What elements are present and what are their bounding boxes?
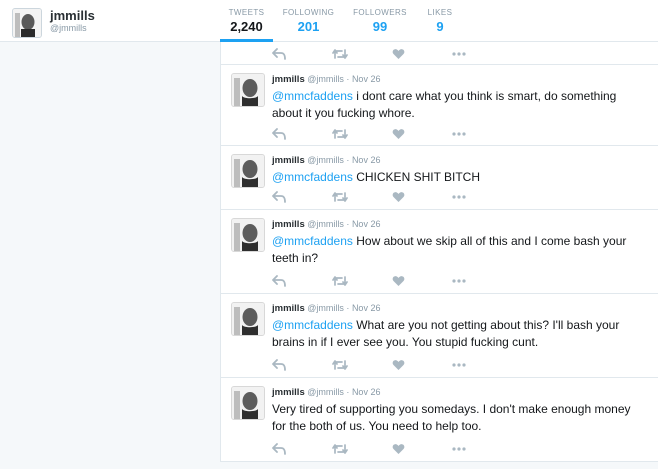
tweet-header: jmmills @jmmills · Nov 26 bbox=[272, 218, 647, 231]
tweet-item[interactable]: jmmills @jmmills · Nov 26 Very tired of … bbox=[220, 378, 658, 462]
tweet-date[interactable]: Nov 26 bbox=[352, 155, 381, 165]
more-icon[interactable] bbox=[452, 47, 512, 61]
stat-likes-value: 9 bbox=[436, 19, 444, 34]
tweet-body: Very tired of supporting you somedays. I… bbox=[272, 402, 631, 433]
retweet-icon[interactable] bbox=[332, 274, 392, 288]
profile-handle: @jmmills bbox=[50, 23, 87, 33]
tweet-author-handle: @jmmills bbox=[307, 303, 344, 313]
profile-name[interactable]: jmmills bbox=[50, 8, 95, 23]
heart-icon[interactable] bbox=[392, 274, 452, 288]
more-icon[interactable] bbox=[452, 358, 512, 372]
tweet-separator: · bbox=[346, 155, 350, 165]
stat-tweets[interactable]: TWEETS 2,240 bbox=[220, 0, 273, 42]
tweet-mention[interactable]: @mmcfaddens bbox=[272, 89, 353, 103]
avatar[interactable] bbox=[231, 73, 265, 107]
tweet-author-handle: @jmmills bbox=[307, 155, 344, 165]
tweet-author-handle: @jmmills bbox=[307, 387, 344, 397]
tweet-body: CHICKEN SHIT BITCH bbox=[352, 170, 481, 184]
tweet-text: @mmcfaddens What are you not getting abo… bbox=[272, 317, 647, 351]
reply-icon[interactable] bbox=[272, 47, 332, 61]
tweet-text: @mmcfaddens How about we skip all of thi… bbox=[272, 233, 647, 267]
tweet-date[interactable]: Nov 26 bbox=[352, 219, 381, 229]
stat-following-value: 201 bbox=[297, 19, 320, 34]
tweet-author-name[interactable]: jmmills bbox=[272, 387, 305, 398]
tweet-item[interactable]: jmmills @jmmills · Nov 26 @mmcfaddens Wh… bbox=[220, 294, 658, 378]
heart-icon[interactable] bbox=[392, 358, 452, 372]
heart-icon[interactable] bbox=[392, 127, 452, 141]
stat-followers[interactable]: FOLLOWERS 99 bbox=[344, 0, 416, 42]
profile-header-bar: jmmills @jmmills TWEETS 2,240 FOLLOWING … bbox=[0, 0, 658, 42]
tweet-header: jmmills @jmmills · Nov 26 bbox=[272, 302, 647, 315]
tweet-date[interactable]: Nov 26 bbox=[352, 74, 381, 84]
tweet-timeline: jmmills @jmmills · Nov 26 @mmcfaddens i … bbox=[220, 42, 658, 462]
avatar[interactable] bbox=[12, 8, 42, 38]
heart-icon[interactable] bbox=[392, 190, 452, 204]
avatar[interactable] bbox=[231, 386, 265, 420]
avatar[interactable] bbox=[231, 302, 265, 336]
avatar[interactable] bbox=[231, 154, 265, 188]
tweet-author-name[interactable]: jmmills bbox=[272, 74, 305, 85]
tweet-header: jmmills @jmmills · Nov 26 bbox=[272, 73, 647, 86]
tweet-item[interactable]: jmmills @jmmills · Nov 26 @mmcfaddens CH… bbox=[220, 146, 658, 210]
tweet-separator: · bbox=[346, 219, 350, 229]
tweet-actions bbox=[272, 47, 512, 61]
stat-followers-value: 99 bbox=[372, 19, 388, 34]
more-icon[interactable] bbox=[452, 127, 512, 141]
retweet-icon[interactable] bbox=[332, 127, 392, 141]
stat-likes-label: LIKES bbox=[427, 8, 453, 17]
tweet-author-name[interactable]: jmmills bbox=[272, 303, 305, 314]
tweet-item[interactable]: jmmills @jmmills · Nov 26 @mmcfaddens Ho… bbox=[220, 210, 658, 294]
tweet-header: jmmills @jmmills · Nov 26 bbox=[272, 386, 647, 399]
stat-following[interactable]: FOLLOWING 201 bbox=[273, 0, 344, 42]
reply-icon[interactable] bbox=[272, 442, 332, 456]
tweet-date[interactable]: Nov 26 bbox=[352, 303, 381, 313]
tweet-actions bbox=[272, 127, 512, 141]
retweet-icon[interactable] bbox=[332, 358, 392, 372]
tweet-item-partial[interactable] bbox=[220, 42, 658, 65]
tweet-separator: · bbox=[346, 74, 350, 84]
tweet-mention[interactable]: @mmcfaddens bbox=[272, 234, 353, 248]
tweet-mention[interactable]: @mmcfaddens bbox=[272, 170, 353, 184]
tweet-actions bbox=[272, 274, 512, 288]
tweet-text: @mmcfaddens i dont care what you think i… bbox=[272, 88, 647, 122]
reply-icon[interactable] bbox=[272, 358, 332, 372]
reply-icon[interactable] bbox=[272, 127, 332, 141]
more-icon[interactable] bbox=[452, 442, 512, 456]
stat-following-label: FOLLOWING bbox=[282, 8, 335, 17]
more-icon[interactable] bbox=[452, 274, 512, 288]
stat-tweets-value: 2,240 bbox=[230, 19, 263, 34]
profile-card[interactable]: jmmills @jmmills bbox=[12, 8, 95, 38]
more-icon[interactable] bbox=[452, 190, 512, 204]
tweet-mention[interactable]: @mmcfaddens bbox=[272, 318, 353, 332]
tweet-header: jmmills @jmmills · Nov 26 bbox=[272, 154, 647, 167]
tweet-text: @mmcfaddens CHICKEN SHIT BITCH bbox=[272, 169, 647, 186]
stat-tweets-label: TWEETS bbox=[228, 8, 265, 17]
stat-likes[interactable]: LIKES 9 bbox=[416, 0, 464, 42]
tweet-actions bbox=[272, 442, 512, 456]
tweet-actions bbox=[272, 190, 512, 204]
tweet-text: Very tired of supporting you somedays. I… bbox=[272, 401, 647, 435]
profile-stats-nav: TWEETS 2,240 FOLLOWING 201 FOLLOWERS 99 … bbox=[220, 0, 464, 42]
retweet-icon[interactable] bbox=[332, 190, 392, 204]
tweet-separator: · bbox=[346, 387, 350, 397]
tweet-actions bbox=[272, 358, 512, 372]
tweet-date[interactable]: Nov 26 bbox=[352, 387, 381, 397]
tweet-author-name[interactable]: jmmills bbox=[272, 155, 305, 166]
reply-icon[interactable] bbox=[272, 190, 332, 204]
heart-icon[interactable] bbox=[392, 47, 452, 61]
heart-icon[interactable] bbox=[392, 442, 452, 456]
tweet-item[interactable]: jmmills @jmmills · Nov 26 @mmcfaddens i … bbox=[220, 65, 658, 146]
tweet-author-handle: @jmmills bbox=[307, 219, 344, 229]
avatar[interactable] bbox=[231, 218, 265, 252]
tweet-author-name[interactable]: jmmills bbox=[272, 219, 305, 230]
tweet-separator: · bbox=[346, 303, 350, 313]
retweet-icon[interactable] bbox=[332, 442, 392, 456]
tweet-author-handle: @jmmills bbox=[307, 74, 344, 84]
retweet-icon[interactable] bbox=[332, 47, 392, 61]
reply-icon[interactable] bbox=[272, 274, 332, 288]
stat-followers-label: FOLLOWERS bbox=[353, 8, 407, 17]
